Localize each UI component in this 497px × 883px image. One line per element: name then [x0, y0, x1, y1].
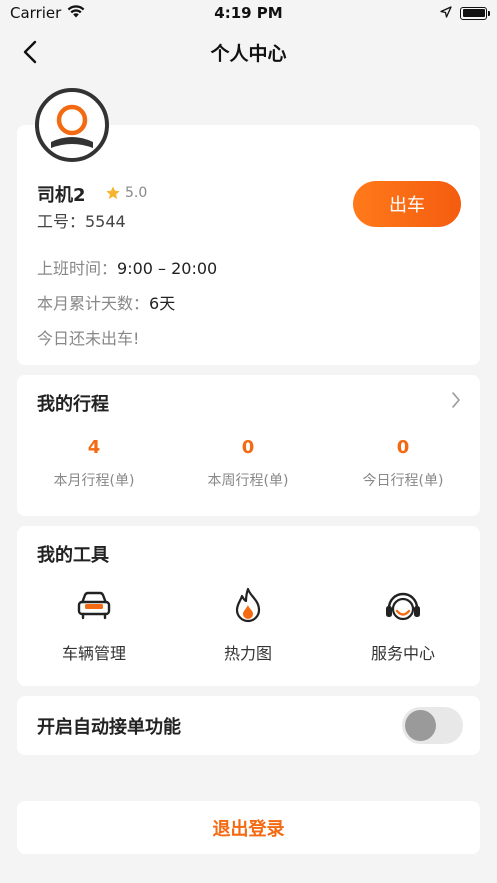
tool-label: 热力图 [223, 644, 272, 663]
trip-stat-week: 0 本周行程(单) [171, 437, 325, 490]
wifi-icon [67, 4, 85, 22]
auto-order-label: 开启自动接单功能 [37, 717, 181, 738]
trip-stat-label: 今日行程(单) [362, 473, 444, 489]
avatar[interactable] [35, 88, 109, 162]
user-avatar-icon [51, 104, 93, 148]
driver-rating: 5.0 [105, 185, 147, 201]
tool-label: 服务中心 [370, 644, 435, 663]
trip-stat-value: 0 [241, 437, 255, 458]
auto-order-toggle[interactable] [402, 707, 463, 744]
status-bar-right [440, 4, 490, 22]
shift-time-row: 上班时间：9:00 – 20:00 [37, 255, 217, 279]
trip-stat-today: 0 今日行程(单) [326, 437, 480, 490]
staff-id: 工号：5544 [37, 212, 126, 231]
car-icon [74, 586, 114, 626]
go-on-duty-button[interactable]: 出车 [353, 181, 461, 227]
trip-stat-month: 4 本月行程(单) [17, 437, 171, 490]
my-tools-card: 我的工具 车辆管理 热力图 服务中心 [17, 526, 480, 686]
tool-heatmap[interactable]: 热力图 [171, 586, 325, 664]
driver-name: 司机2 [37, 185, 86, 206]
shift-time-label: 上班时间： [37, 259, 118, 278]
auto-order-card: 开启自动接单功能 [17, 696, 480, 755]
rating-value: 5.0 [125, 185, 148, 201]
logout-button[interactable]: 退出登录 [17, 801, 480, 854]
monthly-days-row: 本月累计天数：6天 [37, 290, 175, 314]
toggle-knob [405, 710, 436, 741]
shift-time-value: 9:00 – 20:00 [117, 259, 218, 278]
tool-vehicle-management[interactable]: 车辆管理 [17, 586, 171, 664]
duty-notice: 今日还未出车! [37, 329, 140, 348]
trip-stat-value: 4 [87, 437, 101, 458]
flame-icon [228, 586, 268, 626]
location-arrow-icon [440, 4, 452, 22]
status-bar: Carrier 4:19 PM [0, 0, 497, 26]
my-tools-title: 我的工具 [37, 545, 109, 566]
status-bar-left: Carrier [10, 4, 85, 22]
nav-bar: 个人中心 [0, 26, 497, 76]
star-icon [106, 186, 120, 199]
logout-label: 退出登录 [212, 818, 285, 840]
trip-stat-label: 本周行程(单) [207, 473, 289, 489]
profile-card: 司机2 5.0 工号：5544 出车 上班时间：9:00 – 20:00 本月累… [17, 125, 480, 365]
tool-label: 车辆管理 [61, 644, 126, 663]
battery-icon [460, 6, 490, 20]
tool-service-center[interactable]: 服务中心 [326, 586, 480, 664]
trip-stat-value: 0 [396, 437, 410, 458]
monthly-days-label: 本月累计天数： [37, 294, 150, 313]
carrier-label: Carrier [10, 4, 62, 22]
page-title: 个人中心 [210, 43, 287, 65]
my-trips-card[interactable]: 我的行程 4 本月行程(单) 0 本周行程(单) 0 今日行程(单) [17, 375, 480, 516]
monthly-days-value: 6天 [149, 294, 176, 313]
chevron-right-icon[interactable] [451, 391, 461, 413]
trip-stat-label: 本月行程(单) [53, 473, 135, 489]
my-trips-title: 我的行程 [37, 394, 109, 415]
headset-icon [383, 586, 423, 626]
